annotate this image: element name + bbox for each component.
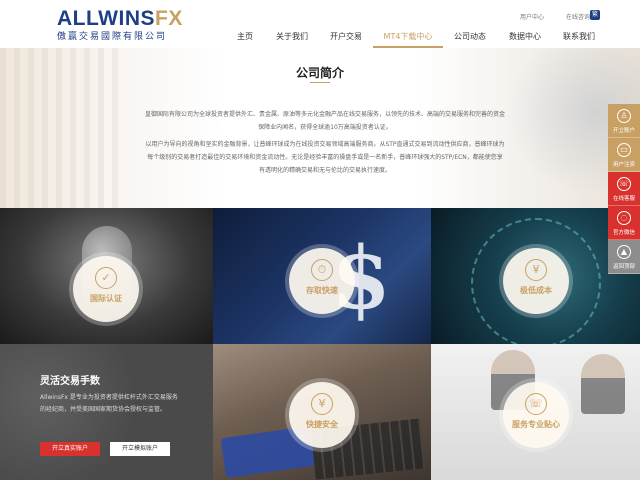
sidebar-item-online-service[interactable]: ☏ 在线客服 [608,172,640,206]
headset-icon: ☏ [525,393,547,415]
main-nav: 主页 关于我们 开户交易 MT4下载中心 公司动态 数据中心 联系我们 [225,30,605,48]
tile-fast-deposit[interactable]: $ ⏱ 存取快速 [213,208,431,344]
nav-item-news[interactable]: 公司动态 [443,30,497,48]
sidebar-item-wechat[interactable]: ◌ 官方微信 [608,206,640,240]
feature-circle: ☏ 服务专业贴心 [503,382,569,448]
nav-item-data-center[interactable]: 数据中心 [497,30,553,48]
sidebar-item-deposit[interactable]: ▭ 用户注资 [608,138,640,172]
feature-circle: ¥ 极低成本 [503,248,569,314]
tile-flexible-lots: 灵活交易手数 AllwinsFx 是专业为投资者提供杠杆式外汇交易服务的经纪商，… [0,344,213,480]
feature-circle: ⏱ 存取快速 [289,248,355,314]
tile-description: AllwinsFx 是专业为投资者提供杠杆式外汇交易服务的经纪商，并受美国国家期… [40,394,178,413]
top-links: 用户中心 在线咨询 [520,12,590,21]
sidebar-item-label: 返回顶部 [612,264,635,270]
stopwatch-icon: ⏱ [311,259,333,281]
wechat-icon: ◌ [617,211,631,225]
sidebar-item-open-account[interactable]: ♙ 开立账户 [608,104,640,138]
feature-circle: ✓ 国际认证 [73,256,139,322]
sidebar-item-label: 开立账户 [612,128,635,134]
nav-item-open-account[interactable]: 开户交易 [319,30,373,48]
header: ALLWINSFX 傲赢交易國際有限公司 用户中心 在线咨询 繁 主页 关于我们… [0,0,640,48]
tile-international-certification[interactable]: ✓ 国际认证 [0,208,213,344]
intro-paragraph-1: 皇御国际有限公司为全球投资者提供外汇、贵金属、原油等多元化金融产品在线交易服务，… [145,111,506,131]
arrow-up-icon: ▲ [617,245,631,259]
floating-sidebar: ♙ 开立账户 ▭ 用户注资 ☏ 在线客服 ◌ 官方微信 ▲ 返回顶部 [608,104,640,274]
user-center-link[interactable]: 用户中心 [520,12,544,21]
logo-text: ALLWINS [57,7,155,30]
feature-label: 极低成本 [520,286,552,295]
online-consult-link[interactable]: 在线咨询 [566,12,590,21]
feature-label: 服务专业贴心 [512,420,560,429]
intro-title: 公司简介 [295,66,344,80]
logo-subtitle: 傲赢交易國際有限公司 [57,32,168,42]
sidebar-item-label: 用户注资 [612,162,635,168]
company-intro-section: 公司简介 皇御国际有限公司为全球投资者提供外汇、贵金属、原油等多元化金融产品在线… [0,48,640,208]
logo-fx: FX [155,7,183,30]
sidebar-item-back-to-top[interactable]: ▲ 返回顶部 [608,240,640,274]
sidebar-item-label: 在线客服 [612,196,635,202]
title-underline [310,82,330,83]
sidebar-item-label: 官方微信 [612,230,635,236]
open-real-account-button[interactable]: 开立真实账户 [40,442,100,456]
nav-item-contact[interactable]: 联系我们 [553,30,605,48]
intro-paragraph-2: 以用户为导向的视角和坚实的金融背景，让普峰环球成为在线投资交易领域高端服务商。从… [145,141,505,174]
nav-item-home[interactable]: 主页 [225,30,265,48]
shield-icon: ¥ [311,393,333,415]
yen-icon: ¥ [525,259,547,281]
headset-icon: ☏ [617,177,631,191]
tile-professional-service[interactable]: ☏ 服务专业贴心 [431,344,640,480]
feature-circle: ¥ 快捷安全 [289,382,355,448]
tile-fast-secure[interactable]: ¥ 快捷安全 [213,344,431,480]
wallet-icon: ▭ [617,143,631,157]
feature-label: 快捷安全 [306,420,338,429]
certificate-icon: ✓ [95,267,117,289]
tile-title: 灵活交易手数 [40,376,100,387]
feature-label: 存取快速 [306,286,338,295]
nav-item-mt4-download[interactable]: MT4下载中心 [373,30,443,48]
feature-label: 国际认证 [90,294,122,303]
language-switch-button[interactable]: 繁 [590,10,600,20]
logo[interactable]: ALLWINSFX 傲赢交易國際有限公司 [57,8,183,43]
open-demo-account-button[interactable]: 开立模拟账户 [110,442,170,456]
agent-image [581,354,625,414]
nav-item-about[interactable]: 关于我们 [265,30,319,48]
user-icon: ♙ [617,109,631,123]
